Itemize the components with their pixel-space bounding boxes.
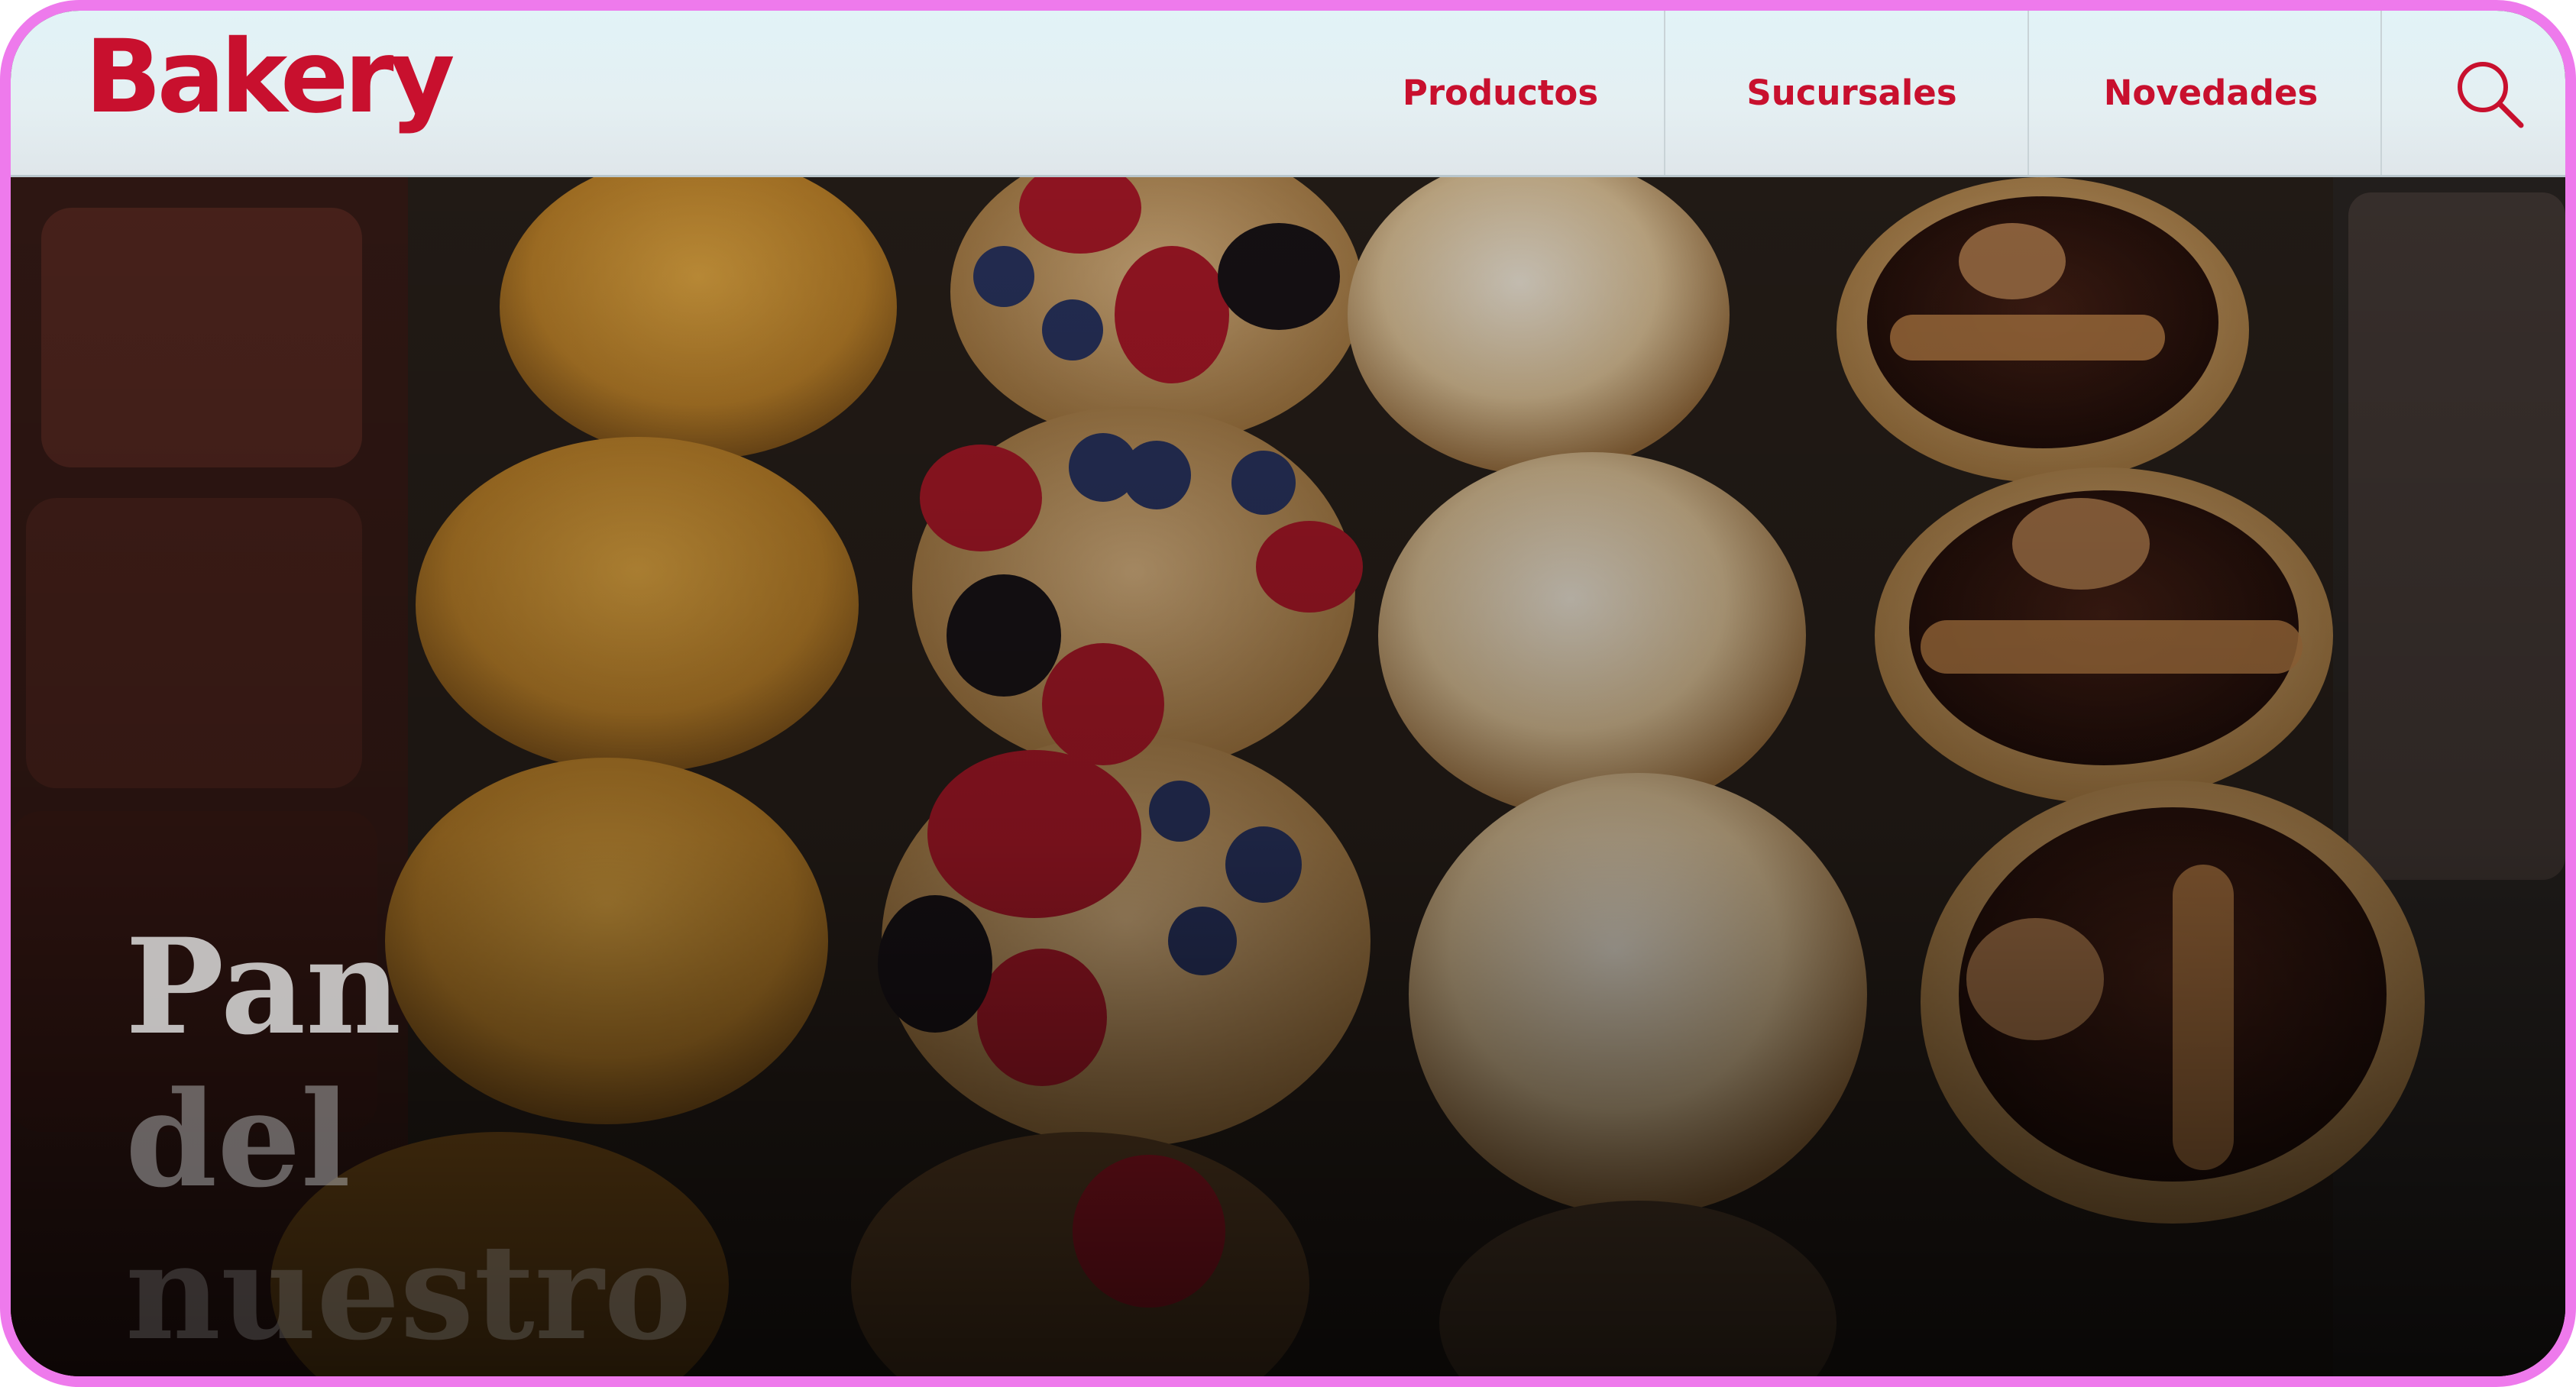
hero-title-line-2: del	[125, 1062, 351, 1217]
hero-title-line-1: Pan	[125, 909, 402, 1064]
site-header: Bakery Productos Sucursales Novedades	[11, 11, 2565, 177]
search-icon	[2458, 62, 2524, 128]
nav-productos[interactable]: Productos	[1355, 11, 1646, 175]
hero-title: Pan del nuestro	[125, 910, 736, 1369]
logo-wordmark: Bakery	[85, 26, 454, 136]
bakery-logo-mark: Bakery	[85, 18, 458, 136]
hero-section: Pan del nuestro	[11, 177, 2565, 1376]
hero-title-line-3: nuestro	[125, 1214, 692, 1369]
nav-divider	[1664, 11, 1665, 175]
nav-novedades[interactable]: Novedades	[2043, 11, 2379, 175]
browser-frame: Bakery Productos Sucursales Novedades Pa…	[0, 0, 2576, 1387]
nav-divider	[2027, 11, 2029, 175]
search-button[interactable]	[2445, 49, 2536, 137]
nav-sucursales[interactable]: Sucursales	[1676, 11, 2027, 175]
brand-logo[interactable]: Bakery	[85, 18, 513, 148]
nav-divider	[2380, 11, 2382, 175]
